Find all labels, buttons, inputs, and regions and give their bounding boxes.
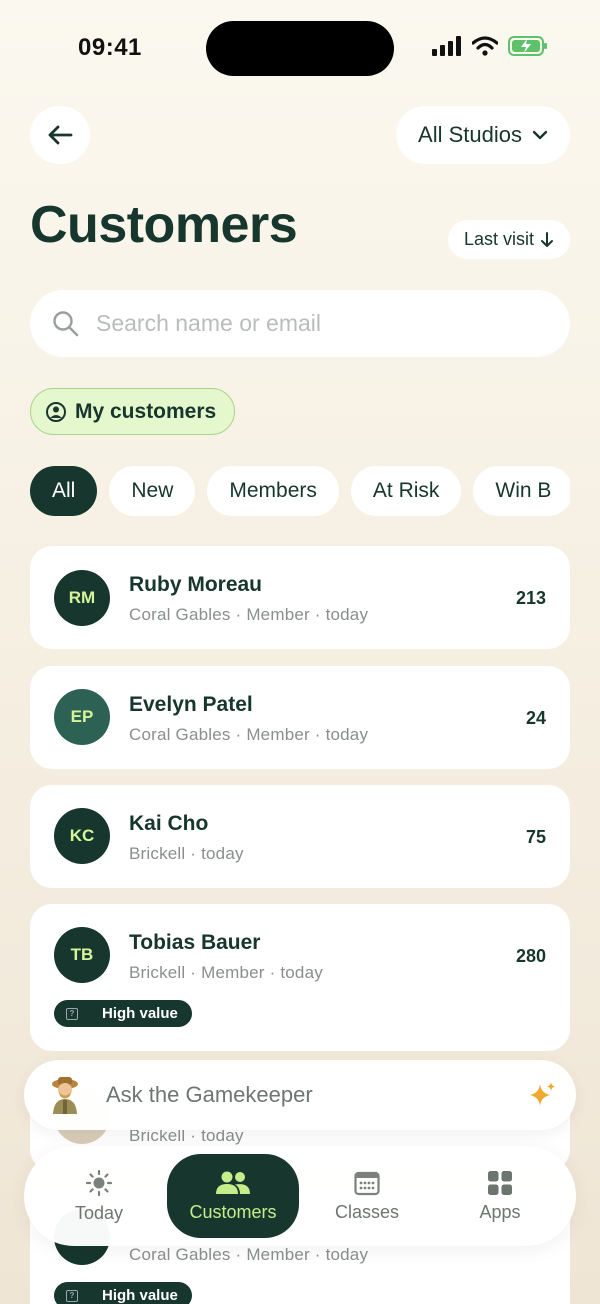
bottom-tab-bar: Today Customers Classes Apps bbox=[24, 1146, 576, 1246]
filter-members[interactable]: Members bbox=[207, 466, 339, 516]
sparkle-icon[interactable] bbox=[528, 1080, 558, 1110]
studio-selector-label: All Studios bbox=[418, 122, 522, 147]
my-customers-label: My customers bbox=[75, 399, 217, 423]
top-nav: All Studios bbox=[30, 106, 570, 164]
arrow-down-icon bbox=[541, 231, 553, 247]
ask-placeholder: Ask the Gamekeeper bbox=[106, 1082, 313, 1107]
arrow-left-icon bbox=[48, 125, 73, 145]
filter-win-back[interactable]: Win B bbox=[473, 466, 570, 516]
user-circle-icon bbox=[46, 401, 66, 422]
customer-details: Coral Gables · Member · today bbox=[129, 725, 369, 744]
visit-count: 213 bbox=[515, 588, 546, 608]
status-time: 09:41 bbox=[78, 34, 142, 61]
filter-new[interactable]: New bbox=[109, 466, 196, 516]
battery-icon bbox=[508, 36, 547, 56]
sort-button[interactable]: Last visit bbox=[447, 220, 570, 259]
filter-at-risk[interactable]: At Risk bbox=[350, 466, 462, 516]
search-icon bbox=[53, 310, 79, 336]
avatar: TB bbox=[54, 927, 110, 983]
ask-assistant-bar[interactable]: Ask the Gamekeeper bbox=[24, 1060, 576, 1130]
customer-name: Tobias Bauer bbox=[129, 931, 261, 954]
badge-label: High value bbox=[102, 1005, 178, 1022]
status-bar: 09:41 bbox=[0, 0, 600, 96]
tab-customers-label: Customers bbox=[189, 1201, 277, 1222]
dynamic-island bbox=[206, 21, 394, 76]
page-title: Customers bbox=[30, 196, 298, 254]
filter-chips: All New Members At Risk Win B bbox=[30, 466, 570, 516]
customer-details: Coral Gables · Member · today bbox=[129, 1245, 369, 1264]
customer-details: Brickell · today bbox=[129, 844, 244, 863]
back-button[interactable] bbox=[30, 106, 90, 164]
badge-icon: ? bbox=[66, 1007, 78, 1020]
tab-apps-label: Apps bbox=[479, 1201, 521, 1222]
gamekeeper-avatar-icon bbox=[52, 1077, 78, 1114]
customer-card[interactable]: EP Evelyn Patel Coral Gables · Member · … bbox=[30, 666, 570, 769]
wifi-icon bbox=[472, 36, 498, 56]
customer-name: Evelyn Patel bbox=[129, 693, 253, 716]
studio-selector[interactable]: All Studios bbox=[396, 106, 570, 164]
visit-count: 24 bbox=[525, 708, 546, 728]
customer-card[interactable]: KC Kai Cho Brickell · today 75 bbox=[30, 785, 570, 888]
search-input[interactable]: Search name or email bbox=[30, 290, 570, 357]
visit-count: 75 bbox=[525, 827, 546, 847]
visit-count: 280 bbox=[515, 946, 546, 966]
customer-details: Coral Gables · Member · today bbox=[129, 605, 369, 624]
badge-label: High value bbox=[102, 1287, 178, 1304]
sort-label: Last visit bbox=[463, 229, 534, 249]
avatar: EP bbox=[54, 689, 110, 745]
customer-name: Ruby Moreau bbox=[129, 573, 263, 596]
my-customers-toggle[interactable]: My customers bbox=[30, 388, 236, 435]
status-icons bbox=[432, 36, 548, 56]
grid-icon bbox=[488, 1170, 512, 1195]
high-value-badge: ? High value bbox=[54, 1000, 192, 1027]
sun-icon bbox=[85, 1169, 113, 1196]
customer-card[interactable]: TB Tobias Bauer Brickell · Member · toda… bbox=[30, 904, 570, 1051]
chevron-down-icon bbox=[532, 130, 548, 140]
avatar: RM bbox=[54, 570, 110, 626]
tab-today-label: Today bbox=[74, 1202, 124, 1223]
tab-classes-label: Classes bbox=[334, 1201, 400, 1222]
tab-today[interactable]: Today bbox=[44, 1154, 154, 1238]
people-icon bbox=[216, 1171, 250, 1194]
calendar-icon bbox=[354, 1171, 380, 1195]
tab-customers[interactable]: Customers bbox=[167, 1154, 299, 1238]
customer-card[interactable]: RM Ruby Moreau Coral Gables · Member · t… bbox=[30, 546, 570, 649]
filter-all[interactable]: All bbox=[30, 466, 98, 516]
signal-icon bbox=[432, 36, 461, 56]
customer-details: Brickell · Member · today bbox=[129, 963, 323, 982]
search-placeholder: Search name or email bbox=[96, 310, 321, 336]
tab-classes[interactable]: Classes bbox=[312, 1154, 422, 1238]
high-value-badge: ? High value bbox=[54, 1282, 192, 1304]
badge-icon: ? bbox=[66, 1289, 78, 1302]
avatar: KC bbox=[54, 808, 110, 864]
tab-apps[interactable]: Apps bbox=[445, 1154, 555, 1238]
customer-name: Kai Cho bbox=[129, 812, 209, 835]
